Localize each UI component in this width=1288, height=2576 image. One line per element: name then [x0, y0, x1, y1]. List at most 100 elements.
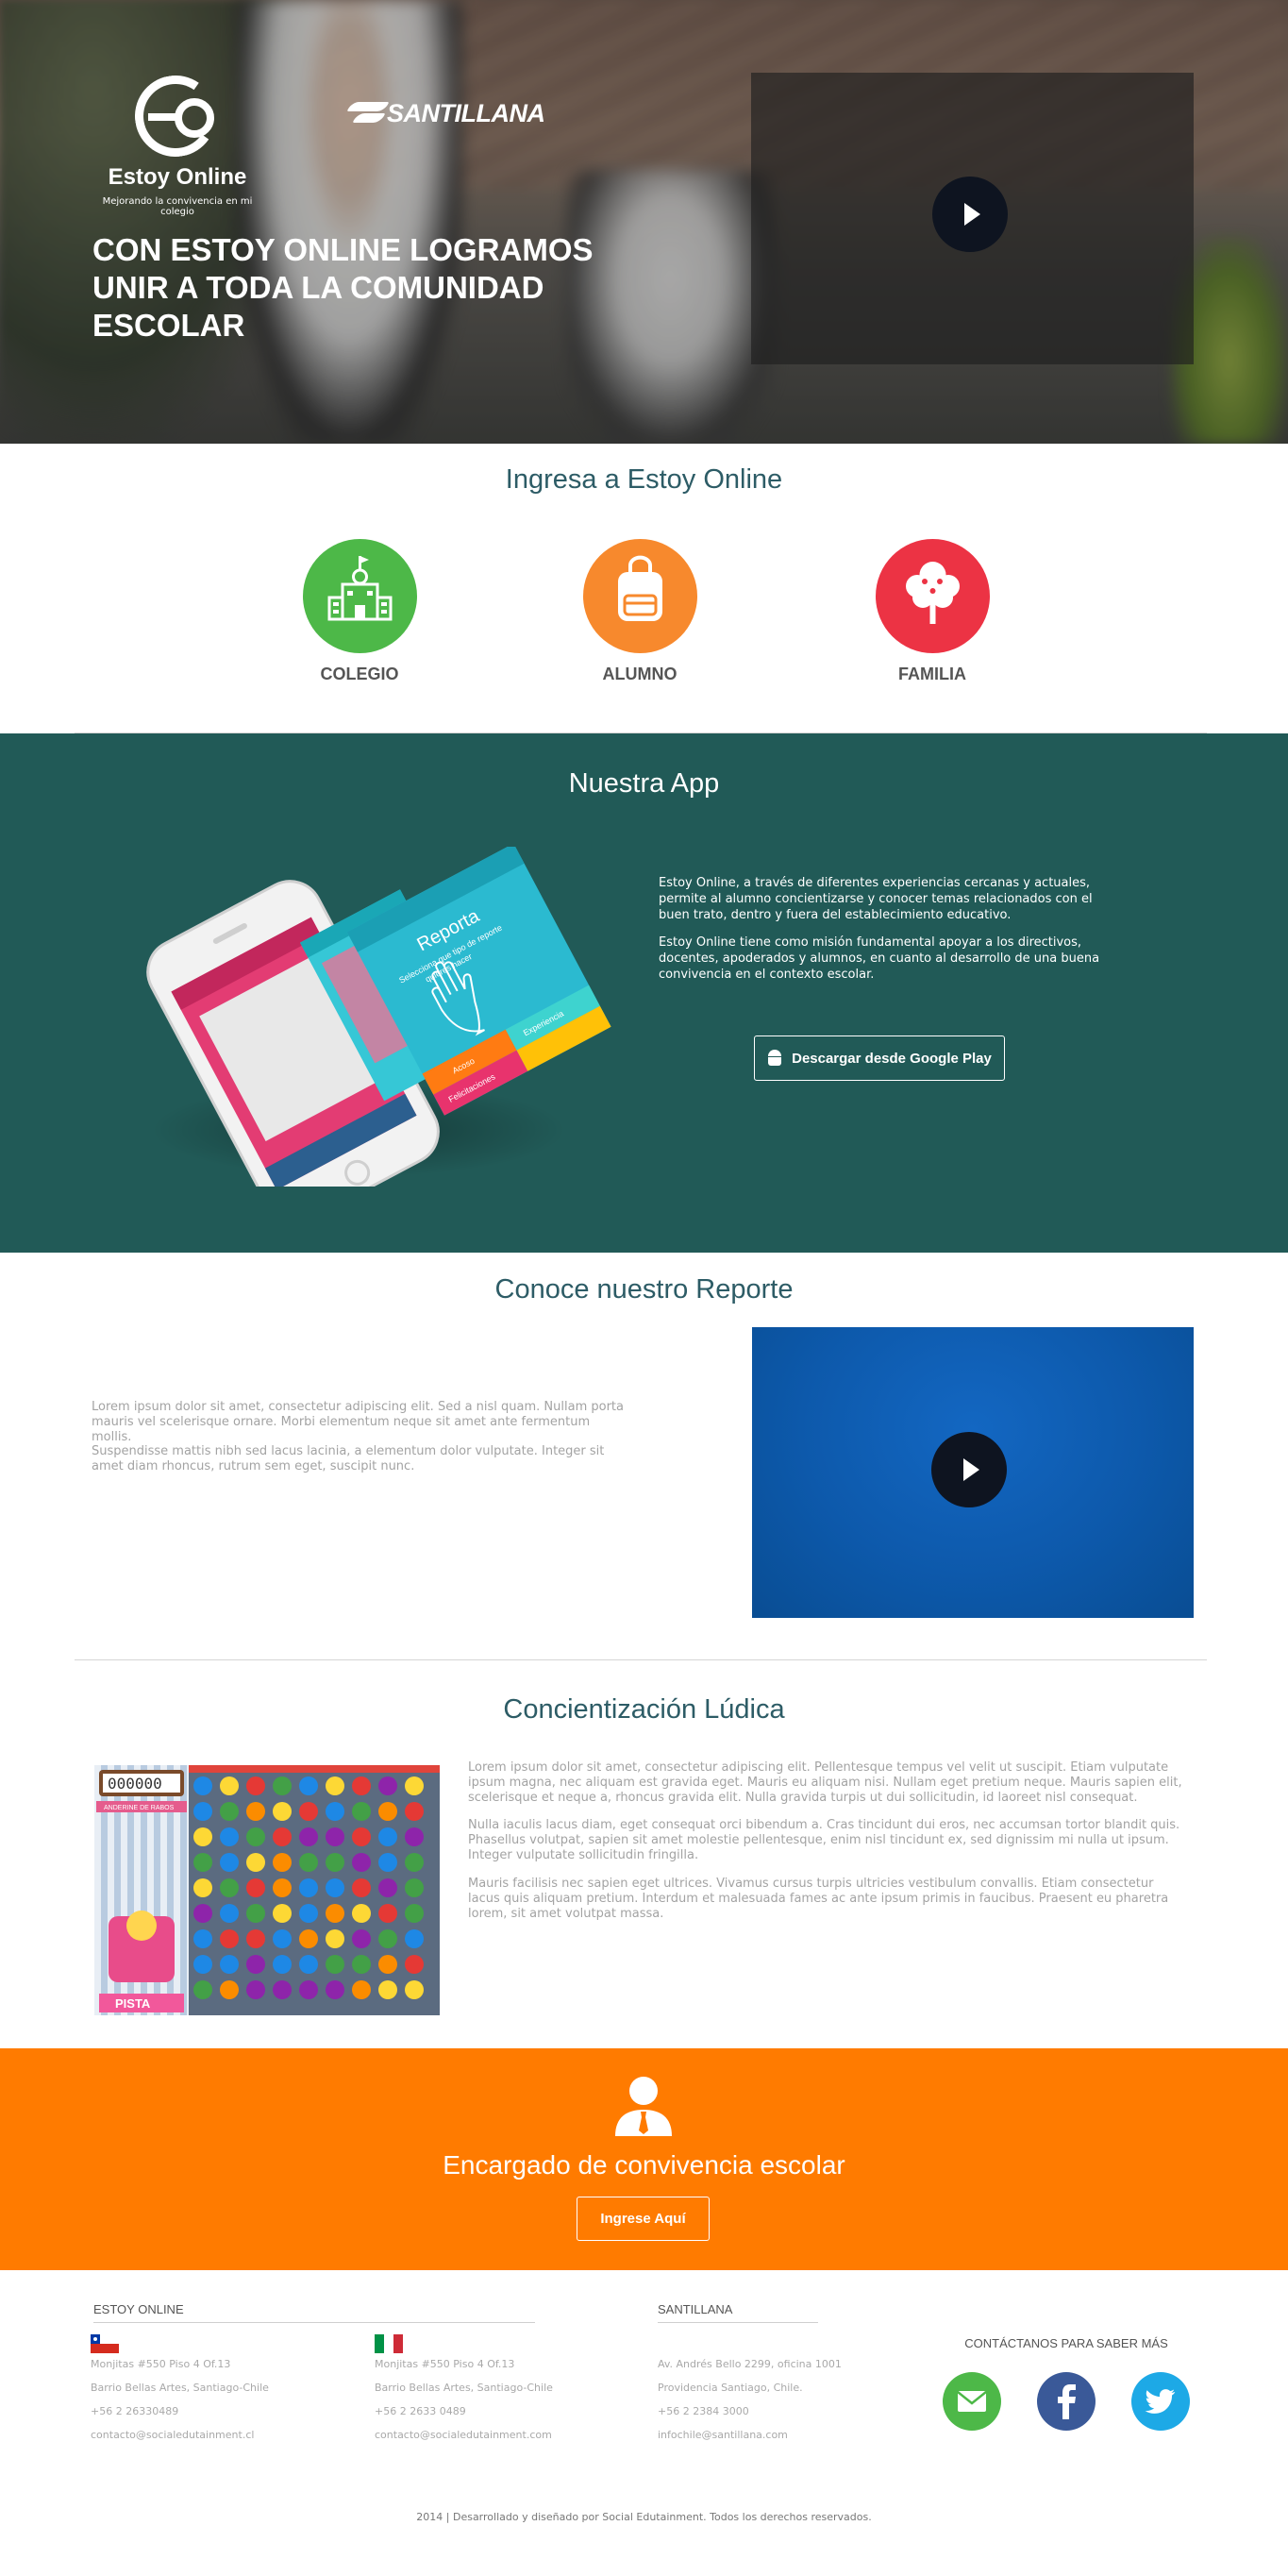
android-icon [767, 1050, 782, 1067]
candy-piece [326, 1776, 344, 1795]
hero-video-player[interactable] [751, 73, 1194, 364]
candy-piece [378, 1929, 397, 1948]
chile-address-1: Monjitas #550 Piso 4 Of.13 [91, 2358, 231, 2370]
estoy-online-logo[interactable]: Estoy Online Mejorando la convivencia en… [92, 69, 252, 217]
candy-piece [352, 1776, 371, 1795]
candy-piece [352, 1904, 371, 1923]
encargado-title: Encargado de convivencia escolar [443, 2150, 845, 2180]
candy-piece [299, 1929, 318, 1948]
candy-piece [326, 1904, 344, 1923]
candy-piece [326, 1853, 344, 1872]
brand-name: Estoy Online [108, 164, 247, 190]
candy-piece [193, 1827, 212, 1846]
candy-piece [246, 1929, 265, 1948]
facebook-icon [1058, 2384, 1076, 2419]
candy-piece [273, 1904, 292, 1923]
reporte-title: Conoce nuestro Reporte [494, 1274, 794, 1305]
candy-piece [220, 1827, 239, 1846]
candy-piece [246, 1878, 265, 1897]
candy-piece [193, 1929, 212, 1948]
candy-piece [220, 1776, 239, 1795]
santillana-swoosh-icon [346, 94, 391, 132]
candy-piece [405, 1802, 424, 1821]
role-colegio[interactable]: COLEGIO [265, 539, 454, 684]
role-alumno[interactable]: ALUMNO [545, 539, 734, 684]
app-section: Nuestra App Reporta Selecciona que tipo … [0, 733, 1288, 1253]
candy-piece [273, 1776, 292, 1795]
google-play-download-button[interactable]: Descargar desde Google Play [754, 1035, 1005, 1081]
contact-heading: CONTÁCTANOS PARA SABER MÁS [964, 2336, 1168, 2350]
santillana-email[interactable]: infochile@santillana.com [658, 2429, 788, 2441]
reporte-paragraph-2: Suspendisse mattis nibh sed lacus lacini… [92, 1444, 605, 1473]
ludica-paragraph-1: Lorem ipsum dolor sit amet, consectetur … [468, 1760, 1182, 1805]
candy-piece [352, 1878, 371, 1897]
candy-piece [220, 1878, 239, 1897]
candy-piece [405, 1853, 424, 1872]
candy-piece [220, 1929, 239, 1948]
candy-piece [378, 1904, 397, 1923]
app-description-2: Estoy Online tiene como misión fundament… [659, 935, 1100, 982]
eo-logo-icon [128, 69, 226, 163]
candy-piece [220, 1980, 239, 1999]
candy-piece [193, 1955, 212, 1974]
candy-piece [273, 1878, 292, 1897]
game-score: 000000 [108, 1775, 162, 1793]
santillana-address-2: Providencia Santiago, Chile. [658, 2382, 803, 2394]
candy-piece [273, 1827, 292, 1846]
role-colegio-label: COLEGIO [320, 665, 399, 683]
candy-piece [378, 1878, 397, 1897]
play-icon[interactable] [931, 1432, 1007, 1507]
role-familia-label: FAMILIA [898, 665, 966, 683]
candy-piece [352, 1980, 371, 1999]
candy-piece [273, 1929, 292, 1948]
candy-piece [378, 1776, 397, 1795]
italy-address-2: Barrio Bellas Artes, Santiago-Chile [375, 2382, 553, 2394]
game-stage: ANDERINE DE RABOS [104, 1805, 175, 1811]
candy-piece [193, 1853, 212, 1872]
candy-piece [193, 1980, 212, 1999]
candy-piece [299, 1878, 318, 1897]
copyright-text: 2014 | Desarrollado y diseñado por Socia… [416, 2511, 872, 2523]
candy-piece [299, 1853, 318, 1872]
candy-piece [299, 1802, 318, 1821]
twitter-bird-icon [1145, 2389, 1176, 2414]
game-pista-label: PISTA [115, 1996, 151, 2011]
candy-piece [405, 1929, 424, 1948]
reporte-video-player[interactable] [752, 1327, 1194, 1618]
italy-email[interactable]: contacto@socialedutainment.com [375, 2429, 552, 2441]
email-button[interactable] [943, 2372, 1001, 2431]
santillana-phone: +56 2 2384 3000 [658, 2405, 749, 2417]
candy-piece [273, 1853, 292, 1872]
play-icon[interactable] [932, 177, 1008, 252]
chile-address-2: Barrio Bellas Artes, Santiago-Chile [91, 2382, 269, 2394]
candy-piece [326, 1929, 344, 1948]
ludica-title: Concientización Lúdica [503, 1694, 785, 1725]
app-phone-mockup: Reporta Selecciona que tipo de reporte q… [146, 847, 611, 1187]
italy-flag-icon [375, 2334, 403, 2353]
candy-piece [273, 1980, 292, 1999]
facebook-button[interactable] [1037, 2372, 1096, 2431]
candy-piece [273, 1802, 292, 1821]
candy-piece [352, 1802, 371, 1821]
candy-piece [246, 1904, 265, 1923]
chile-email[interactable]: contacto@socialedutainment.cl [91, 2429, 254, 2441]
candy-piece [246, 1955, 265, 1974]
candy-piece [193, 1904, 212, 1923]
italy-address-1: Monjitas #550 Piso 4 Of.13 [375, 2358, 515, 2370]
candy-piece [378, 1980, 397, 1999]
santillana-logo[interactable]: SANTILLANA [346, 94, 545, 132]
ingrese-aqui-button[interactable]: Ingrese Aquí [577, 2197, 710, 2241]
candy-piece [299, 1827, 318, 1846]
ludica-paragraph-2: Nulla iaculis lacus diam, eget consequat… [468, 1818, 1180, 1862]
role-familia[interactable]: FAMILIA [838, 539, 1027, 684]
candy-piece [193, 1878, 212, 1897]
twitter-button[interactable] [1131, 2372, 1190, 2431]
candy-piece [220, 1955, 239, 1974]
google-play-download-label: Descargar desde Google Play [792, 1050, 992, 1067]
candy-piece [378, 1853, 397, 1872]
candy-piece [326, 1980, 344, 1999]
candy-piece [193, 1776, 212, 1795]
candy-piece [246, 1776, 265, 1795]
person-icon [615, 2077, 672, 2136]
candy-piece [352, 1827, 371, 1846]
